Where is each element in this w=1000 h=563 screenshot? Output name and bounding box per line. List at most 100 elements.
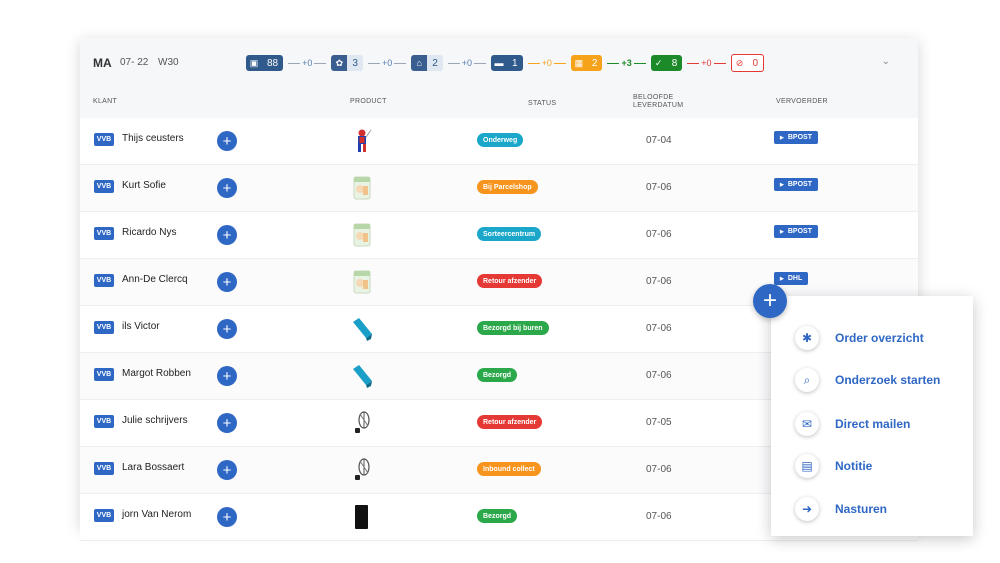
add-action-button[interactable]: + [217, 507, 237, 527]
actions-menu: ✱ Order overzicht ⌕ Onderzoek starten ✉ Direc… [771, 296, 973, 536]
column-header-beloofde[interactable]: BELOOFDE [633, 94, 674, 101]
play-icon: ▶ [780, 275, 784, 282]
product-image [351, 316, 373, 342]
customer-name[interactable]: Ann-De Clercq [122, 274, 188, 285]
pipeline-stage[interactable]: ⌂ 2 [411, 55, 443, 71]
truck-icon: ▬ [491, 55, 508, 71]
table-row[interactable]: VVB Kurt Sofie + Bij Parcelshop 07-06 ▶ BPOST [80, 165, 918, 212]
pipeline-connector: +0 [366, 58, 408, 68]
gear-icon: ✿ [331, 55, 348, 71]
column-header-vervoerder[interactable]: VERVOERDER [776, 98, 828, 105]
pipeline-delta: +0 [381, 58, 393, 68]
carrier-label: BPOST [787, 181, 812, 188]
chevron-down-icon[interactable]: ⌄ [882, 56, 890, 67]
delivery-date: 07-05 [646, 417, 672, 428]
pipeline-count: 2 [586, 55, 603, 71]
delivery-date: 07-06 [646, 182, 672, 193]
parcel-icon: ▦ [570, 55, 587, 71]
depot-icon: ⌂ [411, 55, 428, 71]
pipeline-delta: +0 [541, 58, 552, 68]
delivery-date: 07-06 [646, 464, 672, 475]
pipeline-count: 3 [347, 55, 363, 71]
play-icon: ▶ [780, 134, 784, 141]
status-badge: Bezorgd [477, 368, 517, 382]
carrier-badge[interactable]: ▶ BPOST [774, 131, 818, 144]
product-image [351, 269, 373, 295]
pipeline-delta: +0 [701, 58, 712, 68]
carrier-label: BPOST [787, 134, 812, 141]
pipeline-stage[interactable]: ▣ 88 [246, 55, 284, 71]
product-image [351, 128, 373, 154]
thumbs-up-icon: ✓ [650, 55, 667, 71]
customer-name[interactable]: Lara Bossaert [122, 462, 184, 473]
column-header-status[interactable]: STATUS [528, 100, 556, 107]
table-row[interactable]: VVB Thijs ceusters + Onderweg 07-04 ▶ BPOST [80, 118, 918, 165]
day-summary-bar: MA 07- 22 W30 ▣ 88 +0 ✿ 3 +0 ⌂ 2 +0 ▬ 1 +0 ▦ 2 +3 ✓ 8 +0 ⊘… [80, 38, 918, 88]
customer-tag: VVB [94, 509, 114, 522]
carrier-badge[interactable]: ▶ BPOST [774, 225, 818, 238]
column-header-klant[interactable]: KLANT [93, 98, 117, 105]
menu-item-label: Order overzicht [835, 331, 924, 345]
status-badge: Bezorgd bij buren [477, 321, 549, 335]
carrier-badge[interactable]: ▶ BPOST [774, 178, 818, 191]
carrier-label: BPOST [787, 228, 812, 235]
add-action-button[interactable]: + [217, 460, 237, 480]
add-action-button[interactable]: + [217, 225, 237, 245]
menu-item[interactable]: ✱ Order overzicht [795, 324, 924, 352]
play-icon: ▶ [780, 181, 784, 188]
play-icon: ▶ [780, 228, 784, 235]
product-image [351, 410, 373, 436]
alert-icon: ⊘ [731, 55, 748, 71]
add-action-button[interactable]: + [217, 131, 237, 151]
add-action-button[interactable]: + [217, 319, 237, 339]
add-action-button[interactable]: + [217, 178, 237, 198]
menu-item[interactable]: ✉ Direct mailen [795, 410, 910, 438]
customer-tag: VVB [94, 133, 114, 146]
add-action-button[interactable]: + [217, 366, 237, 386]
pipeline-stage[interactable]: ✓ 8 [650, 55, 683, 71]
table-row[interactable]: VVB Ricardo Nys + Sorteercentrum 07-06 ▶ BPOST [80, 212, 918, 259]
pipeline-delta: +3 [621, 58, 632, 68]
status-badge: Inbound collect [477, 462, 541, 476]
delivery-date: 07-06 [646, 511, 672, 522]
delivery-date: 07-06 [646, 323, 672, 334]
product-image [351, 175, 373, 201]
pipeline-stage[interactable]: ▦ 2 [570, 55, 603, 71]
pipeline-connector: +3 [605, 58, 647, 68]
actions-fab-button[interactable]: + [753, 284, 787, 318]
customer-name[interactable]: Thijs ceusters [122, 133, 184, 144]
menu-item[interactable]: ➜ Nasturen [795, 495, 887, 523]
product-image [351, 222, 373, 248]
customer-name[interactable]: Ricardo Nys [122, 227, 176, 238]
pipeline-count: 8 [666, 55, 683, 71]
menu-item[interactable]: ⌕ Onderzoek starten [795, 366, 940, 394]
customer-name[interactable]: Kurt Sofie [122, 180, 166, 191]
pipeline-stage[interactable]: ⊘ 0 [730, 54, 765, 72]
pipeline-stage[interactable]: ✿ 3 [331, 55, 363, 71]
warehouse-icon: ▣ [246, 55, 262, 71]
pipeline-stage[interactable]: ▬ 1 [491, 55, 523, 71]
customer-name[interactable]: jorn Van Nerom [122, 509, 191, 520]
customer-tag: VVB [94, 180, 114, 193]
menu-item[interactable]: ▤ Notitie [795, 452, 872, 480]
add-action-button[interactable]: + [217, 413, 237, 433]
pipeline-count: 0 [747, 55, 764, 71]
forward-icon: ➜ [795, 497, 819, 521]
column-header-leverdatum[interactable]: LEVERDATUM [633, 102, 683, 109]
pipeline-delta: +0 [302, 58, 313, 68]
carrier-badge[interactable]: ▶ DHL [774, 272, 809, 285]
date-label: 07- 22 [120, 57, 149, 68]
delivery-date: 07-04 [646, 135, 672, 146]
customer-tag: VVB [94, 415, 114, 428]
add-action-button[interactable]: + [217, 272, 237, 292]
customer-name[interactable]: Julie schrijvers [122, 415, 188, 426]
note-icon: ▤ [795, 454, 819, 478]
customer-name[interactable]: Margot Robben [122, 368, 191, 379]
product-image [351, 457, 373, 483]
column-header-product[interactable]: PRODUCT [350, 98, 387, 105]
day-label: MA [93, 56, 112, 70]
hub-icon: ✱ [795, 326, 819, 350]
product-image [351, 363, 373, 389]
customer-name[interactable]: ils Victor [122, 321, 160, 332]
status-badge: Retour afzender [477, 274, 543, 288]
